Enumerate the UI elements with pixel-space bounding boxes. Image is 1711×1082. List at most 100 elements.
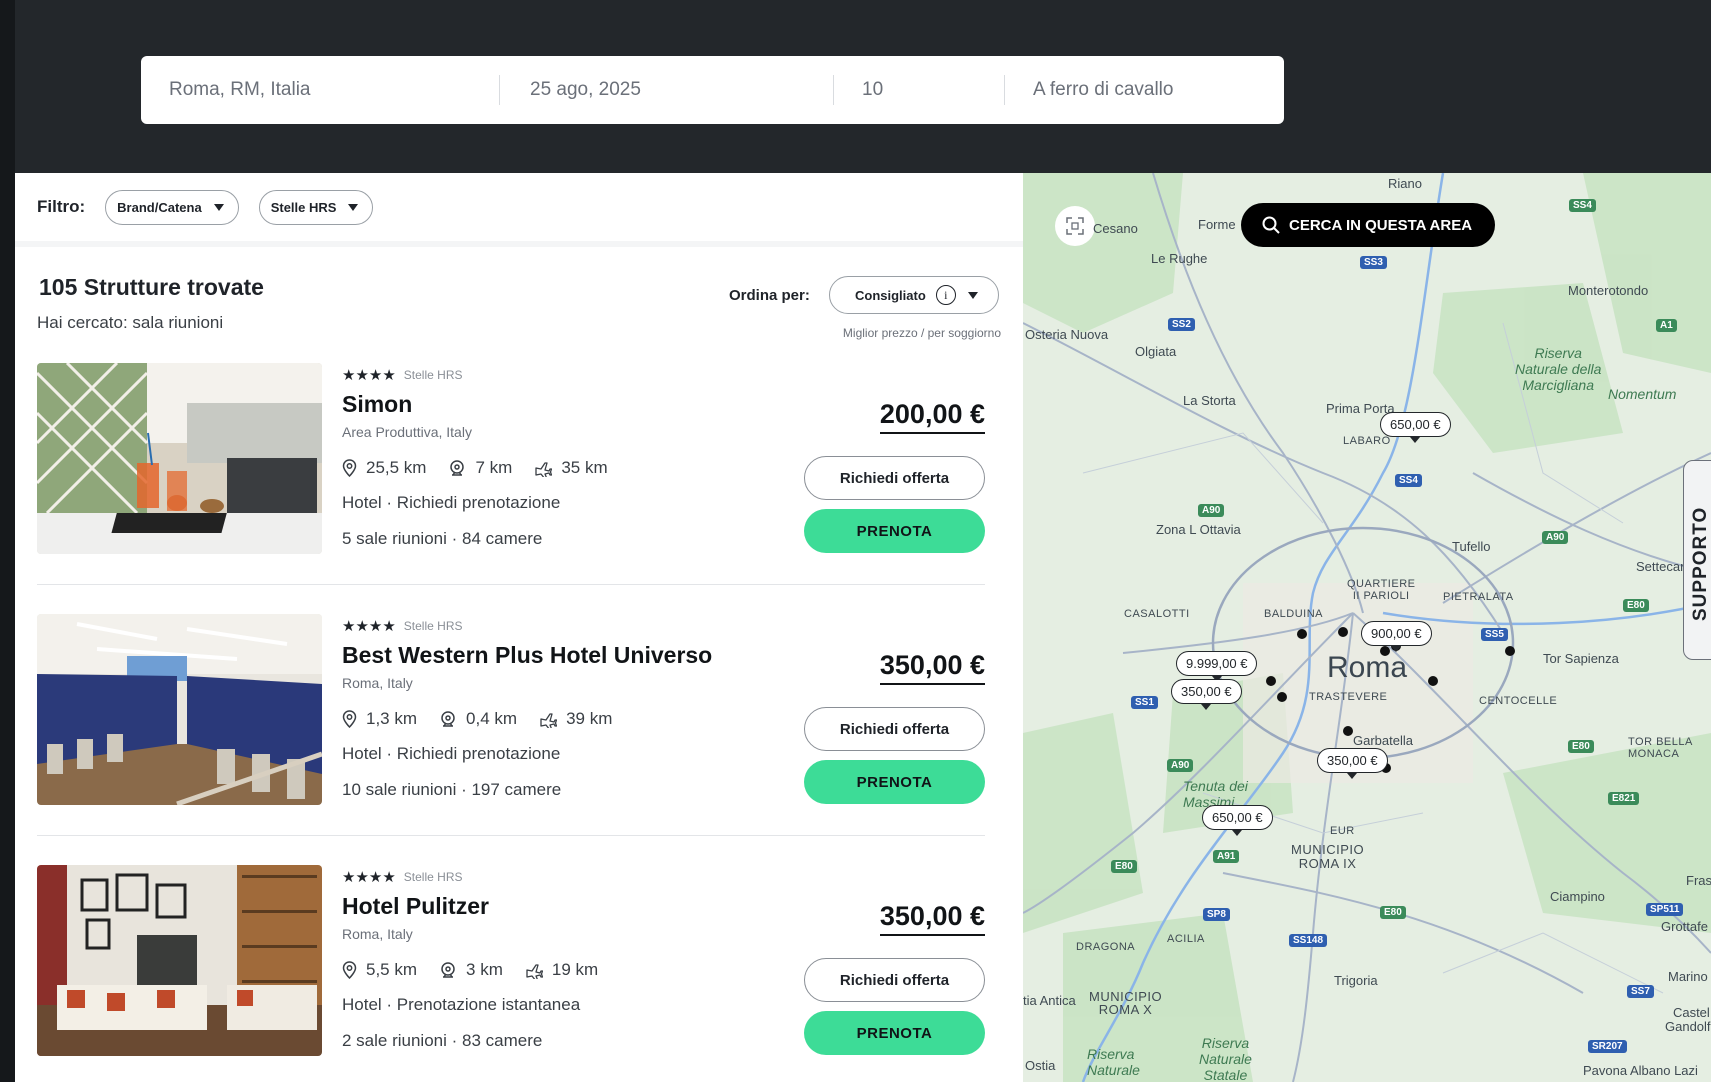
header-bar: Roma, RM, Italia 25 ago, 2025 10 A ferro…	[0, 0, 1711, 173]
filter-bar: Filtro: Brand/Catena Stelle HRS	[15, 173, 1023, 247]
book-button[interactable]: PRENOTA	[804, 760, 985, 804]
hotel-marker-dot[interactable]	[1266, 676, 1276, 686]
road-shield: SS4	[1395, 474, 1422, 487]
road-shield: A91	[1213, 850, 1240, 863]
support-label: SUPPORTO	[1690, 506, 1711, 621]
hotel-marker-dot[interactable]	[1380, 646, 1390, 656]
distance-station-value: 3 km	[466, 960, 503, 979]
hotel-marker-dot[interactable]	[1297, 629, 1307, 639]
hotel-marker-dot[interactable]	[1428, 676, 1438, 686]
hotel-name[interactable]: Hotel Pulitzer	[342, 893, 489, 920]
hotel-name[interactable]: Best Western Plus Hotel Universo	[342, 642, 712, 669]
layout-field[interactable]: A ferro di cavallo	[1004, 75, 1284, 105]
airplane-icon	[526, 964, 543, 979]
map-label-grottaferrata: Grottafe	[1661, 919, 1708, 934]
results-map[interactable]: CERCA IN QUESTA AREA Cesano Forme Le Rug…	[1023, 173, 1711, 1082]
hotel-stars: ★★★★ Stelle HRS	[342, 366, 462, 384]
search-icon	[1262, 216, 1280, 234]
hotel-marker-dot[interactable]	[1338, 627, 1348, 637]
hotel-distances: 5,5 km 3 km 19 km	[342, 960, 620, 980]
hotel-photo[interactable]	[37, 363, 322, 554]
map-label-pietralata: PIETRALATA	[1443, 591, 1514, 603]
request-offer-button[interactable]: Richiedi offerta	[804, 707, 985, 751]
stars-label: Stelle HRS	[403, 619, 463, 633]
map-label-trastevere: TRASTEVERE	[1309, 691, 1388, 703]
hotel-card[interactable]: ★★★★ Stelle HRS Hotel Pulitzer Roma, Ita…	[37, 865, 985, 1082]
hotel-rooms: 10 sale riunioni · 197 camere	[342, 780, 562, 799]
price-pin[interactable]: 650,00 €	[1380, 412, 1451, 443]
map-label-formello: Forme	[1198, 217, 1236, 232]
hotel-card[interactable]: ★★★★ Stelle HRS Simon Area Produttiva, I…	[37, 363, 985, 593]
map-label-labaro: LABARO	[1343, 435, 1391, 447]
hotel-price: 350,00 €	[879, 650, 985, 685]
road-shield: E80	[1623, 599, 1649, 612]
hotel-marker-dot[interactable]	[1277, 692, 1287, 702]
price-pin[interactable]: 900,00 €	[1361, 621, 1432, 652]
location-field[interactable]: Roma, RM, Italia	[141, 56, 499, 124]
map-label-centocelle: CENTOCELLE	[1479, 695, 1558, 707]
road-shield: E80	[1111, 860, 1137, 873]
request-offer-button[interactable]: Richiedi offerta	[804, 958, 985, 1002]
map-label-acilia: ACILIA	[1167, 933, 1205, 945]
hotel-name[interactable]: Simon	[342, 391, 412, 418]
expand-map-button[interactable]	[1055, 206, 1095, 246]
price-pin[interactable]: 650,00 €	[1202, 805, 1273, 836]
map-label-eur: EUR	[1330, 825, 1355, 837]
hotel-photo[interactable]	[37, 614, 322, 805]
filter-chip-label: Stelle HRS	[270, 199, 337, 215]
price-pin[interactable]: 350,00 €	[1317, 748, 1388, 779]
hotel-distances: 1,3 km 0,4 km 39 km	[342, 709, 634, 729]
date-field[interactable]: 25 ago, 2025	[499, 75, 833, 105]
guests-field[interactable]: 10	[833, 75, 1004, 105]
location-pin-icon	[342, 459, 357, 477]
price-pin[interactable]: 9.999,00 €	[1176, 651, 1258, 682]
train-icon	[441, 962, 455, 978]
sort-select[interactable]: Consigliato i	[829, 276, 999, 314]
distance-station-value: 7 km	[475, 458, 513, 477]
filter-chip-brand[interactable]: Brand/Catena	[105, 189, 239, 225]
distance-airport: 19 km	[525, 960, 598, 980]
hotel-photo[interactable]	[37, 865, 322, 1056]
road-shield: E80	[1568, 740, 1594, 753]
request-offer-button[interactable]: Richiedi offerta	[804, 456, 985, 500]
book-button[interactable]: PRENOTA	[804, 1011, 985, 1055]
hotel-location: Roma, Italy	[342, 926, 413, 942]
hotel-marker-dot[interactable]	[1505, 646, 1515, 656]
hotel-price: 350,00 €	[879, 901, 985, 936]
search-box: Roma, RM, Italia 25 ago, 2025 10 A ferro…	[141, 56, 1284, 124]
left-edge-strip	[0, 0, 15, 1082]
road-shield: A1	[1656, 319, 1677, 332]
hotel-marker-dot[interactable]	[1343, 726, 1353, 736]
train-icon	[450, 460, 465, 476]
road-shield: SS1	[1131, 696, 1158, 709]
support-tab[interactable]: SUPPORTO	[1683, 460, 1711, 660]
hotel-stars: ★★★★ Stelle HRS	[342, 868, 462, 886]
search-this-area-label: CERCA IN QUESTA AREA	[1289, 216, 1473, 234]
info-icon[interactable]: i	[935, 285, 956, 305]
price-pin[interactable]: 350,00 €	[1171, 679, 1242, 710]
road-shield: SS3	[1360, 256, 1387, 269]
map-label-osteria-nuova: Osteria Nuova	[1025, 327, 1109, 342]
map-label-ciampino: Ciampino	[1550, 889, 1605, 904]
map-label-zona-ottavia: Zona L Ottavia	[1156, 522, 1241, 537]
sort-value: Consigliato	[855, 287, 926, 303]
distance-station: 0,4 km	[439, 709, 517, 729]
map-label-balduina: BALDUINA	[1264, 608, 1324, 620]
hotel-stars: ★★★★ Stelle HRS	[342, 617, 462, 635]
road-shield: SP511	[1646, 903, 1684, 916]
map-label-trigoria: Trigoria	[1334, 973, 1378, 988]
map-label-tufello: Tufello	[1452, 539, 1491, 554]
book-button[interactable]: PRENOTA	[804, 509, 985, 553]
location-pin-icon	[342, 961, 357, 979]
road-shield: SS4	[1569, 199, 1596, 212]
map-label-riano: Riano	[1388, 176, 1422, 191]
map-label-cesano: Cesano	[1093, 221, 1138, 236]
airplane-icon	[540, 713, 558, 728]
map-label-fras: Fras	[1686, 873, 1711, 888]
search-this-area-button[interactable]: CERCA IN QUESTA AREA	[1241, 203, 1495, 247]
filter-chip-stars[interactable]: Stelle HRS	[258, 189, 374, 225]
map-label-riserva-marcigliana: Riserva Naturale della Marcigliana	[1515, 345, 1602, 393]
hotel-card[interactable]: ★★★★ Stelle HRS Best Western Plus Hotel …	[37, 614, 985, 844]
airplane-icon	[535, 462, 553, 477]
distance-center: 5,5 km	[342, 960, 417, 980]
